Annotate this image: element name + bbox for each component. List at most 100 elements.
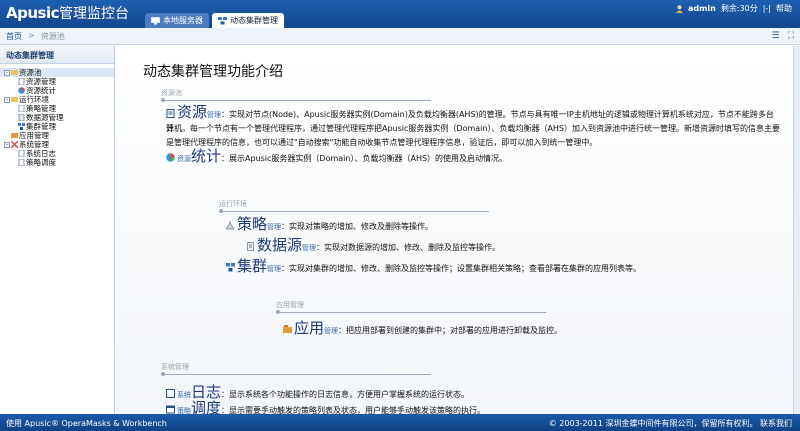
- main-scrollbar[interactable]: [793, 46, 800, 414]
- folder-icon: [11, 70, 18, 75]
- breadcrumb-current: 资源池: [40, 32, 65, 41]
- entry-stats-desc: ：展示Apusic服务器实例（Domain）、负载均衡器（AHS）的使用及启动情…: [221, 154, 508, 163]
- tree-node-resource-manage[interactable]: 资源管理: [0, 77, 114, 86]
- breadcrumb: 首页 > 资源池: [6, 31, 65, 42]
- tree-node-label: 数据源管理: [26, 113, 64, 122]
- entry-resource-suffix: 管理: [207, 111, 222, 119]
- tab-local-server-label: 本地服务器: [163, 16, 203, 25]
- entry-datasource: 数据源管理：实现对数据源的增加、修改、删除及监控等操作。: [246, 236, 746, 255]
- section-divider: [276, 310, 546, 314]
- tree-node-label: 集群管理: [26, 122, 56, 131]
- main-content: 动态集群管理功能介绍 资源池 资源管理：实现对节点(Node)、Apusic服务…: [116, 46, 793, 414]
- sidebar: 动态集群管理 - 资源池 资源管理 资源统计 - 运行环境 策略管理 数据源管理: [0, 46, 115, 414]
- list-view-icon[interactable]: ☰: [772, 31, 780, 41]
- page-icon: [18, 150, 25, 157]
- entry-app: 应用管理：把应用部署到创建的集群中；对部署的应用进行卸载及监控。: [283, 319, 703, 338]
- collapse-toggle-icon[interactable]: -: [4, 69, 10, 76]
- entry-cluster-title[interactable]: 集群: [237, 257, 267, 275]
- pie-chart-icon: [166, 153, 175, 162]
- user-area: admin 剩余:30分 |-| 帮助: [675, 3, 792, 14]
- section-divider: [161, 372, 431, 376]
- page-icon: [18, 105, 25, 112]
- tree-node-resource-pool[interactable]: - 资源池: [0, 68, 114, 77]
- user-icon: [675, 4, 683, 13]
- page-title: 动态集群管理功能介绍: [143, 64, 283, 80]
- top-tabs: 本地服务器 动态集群管理: [145, 13, 284, 28]
- monitor-icon: [151, 16, 160, 24]
- chart-icon: [18, 87, 25, 94]
- tree-node-cluster-manage[interactable]: 集群管理: [0, 122, 114, 131]
- section-label-app: 应用管理: [276, 301, 304, 309]
- schedule-icon: [166, 405, 175, 414]
- entry-cluster: 集群管理：实现对集群的增加、修改、删除及监控等操作；设置集群相关策略；查看部署在…: [226, 257, 786, 276]
- section-label-sys: 系统管理: [161, 363, 189, 371]
- tree-node-label: 资源统计: [26, 86, 56, 95]
- app-logo: Apusic管理监控台: [6, 3, 129, 23]
- tree-node-policy-schedule[interactable]: 策略调度: [0, 158, 114, 167]
- entry-resource-line2: 算机。每一个节点有一个管理代理程序，通过管理代理程序把Apusic服务器实例（D…: [166, 124, 781, 133]
- entry-stats-prefix: 资源: [177, 155, 191, 163]
- tree-node-system-manage[interactable]: - 系统管理: [0, 140, 114, 149]
- page-icon: [18, 159, 25, 166]
- tree-node-label: 策略管理: [26, 104, 56, 113]
- log-icon: [166, 389, 175, 398]
- tree-node-label: 系统管理: [19, 140, 49, 149]
- app-icon: [283, 325, 292, 333]
- entry-log-desc: ：显示系统各个功能操作的日志信息，方便用户掌握系统的运行状态。: [221, 390, 470, 399]
- entry-stats: 资源统计：展示Apusic服务器实例（Domain）、负载均衡器（AHS）的使用…: [166, 147, 766, 166]
- session-timer: 剩余:30分: [720, 4, 758, 13]
- entry-datasource-title[interactable]: 数据源: [257, 236, 302, 254]
- collapse-toggle-icon[interactable]: -: [4, 141, 10, 148]
- tree-node-system-log[interactable]: 系统日志: [0, 149, 114, 158]
- tree-node-label: 应用管理: [19, 131, 49, 140]
- tree-node-datasource-manage[interactable]: 数据源管理: [0, 113, 114, 122]
- entry-policy-suffix: 管理: [267, 223, 282, 231]
- help-link[interactable]: 帮助: [776, 3, 792, 14]
- tree-node-resource-stats[interactable]: 资源统计: [0, 86, 114, 95]
- entry-cluster-suffix: 管理: [267, 265, 282, 273]
- tree-node-runtime-env[interactable]: - 运行环境: [0, 95, 114, 104]
- tree-node-label: 资源池: [19, 68, 42, 77]
- entry-cluster-desc: ：实现对集群的增加、修改、删除及监控等操作；设置集群相关策略；查看部署在集群的应…: [281, 264, 642, 273]
- entry-resource-title[interactable]: 资源: [177, 103, 207, 121]
- datasource-icon: [247, 242, 254, 251]
- tab-dynamic-cluster[interactable]: 动态集群管理: [212, 13, 284, 28]
- entry-app-desc: ：把应用部署到创建的集群中；对部署的应用进行卸载及监控。: [338, 326, 563, 335]
- breadcrumb-bar: 首页 > 资源池 ☰ ⛶: [0, 28, 800, 45]
- entry-datasource-suffix: 管理: [302, 244, 317, 252]
- footer-copyright: © 2003-2011 深圳金蝶中间件有限公司，保留所有权利。 联系我们: [548, 419, 792, 428]
- fullscreen-icon[interactable]: ⛶: [788, 31, 794, 41]
- entry-resource-line3: 是管理代理程序的信息，也可以通过"自动搜索"功能自动收集节点管理代理程序信息，验…: [166, 138, 598, 147]
- entry-policy-desc: ：实现对策略的增加、修改及删除等操作。: [281, 222, 434, 231]
- collapse-toggle-icon[interactable]: -: [4, 96, 10, 103]
- tab-dynamic-cluster-label: 动态集群管理: [230, 16, 278, 25]
- tree-node-policy-manage[interactable]: 策略管理: [0, 104, 114, 113]
- entry-log: 系统日志：显示系统各个功能操作的日志信息，方便用户掌握系统的运行状态。: [166, 385, 666, 402]
- logo-title: 管理监控台: [59, 6, 129, 22]
- entry-app-suffix: 管理: [324, 327, 339, 335]
- app-header: Apusic管理监控台 本地服务器 动态集群管理 admin 剩余:30分 |-…: [0, 0, 800, 28]
- entry-stats-title[interactable]: 统计: [191, 147, 221, 165]
- logo-brand: Apusic: [6, 4, 60, 22]
- entry-app-title[interactable]: 应用: [294, 319, 324, 337]
- entry-schedule-title[interactable]: 调度: [191, 399, 221, 415]
- entry-schedule-prefix: 策略: [177, 407, 191, 414]
- footer: 使用 Apusic® OperaMasks & Workbench © 2003…: [0, 414, 800, 431]
- breadcrumb-separator: >: [28, 31, 35, 40]
- cluster-icon: [218, 16, 227, 24]
- breadcrumb-tools: ☰ ⛶: [772, 31, 794, 41]
- username: admin: [687, 4, 716, 13]
- tree-node-label: 系统日志: [26, 149, 56, 158]
- tree-node-app-manage[interactable]: 应用管理: [0, 131, 114, 140]
- page-icon: [18, 78, 25, 85]
- tab-local-server[interactable]: 本地服务器: [145, 13, 209, 28]
- entry-policy: 策略管理：实现对策略的增加、修改及删除等操作。: [226, 215, 726, 234]
- section-label-pool: 资源池: [161, 89, 182, 97]
- nav-tree: - 资源池 资源管理 资源统计 - 运行环境 策略管理 数据源管理 集群管理 应…: [0, 64, 114, 167]
- entry-schedule: 策略调度：显示需要手动触发的策略列表及状态，用户能够手动触发该策略的执行。: [166, 399, 726, 415]
- entry-policy-title[interactable]: 策略: [237, 215, 267, 233]
- sidebar-title: 动态集群管理: [0, 46, 114, 64]
- app-icon: [11, 133, 18, 138]
- section-divider: [219, 209, 489, 213]
- breadcrumb-home[interactable]: 首页: [6, 31, 22, 42]
